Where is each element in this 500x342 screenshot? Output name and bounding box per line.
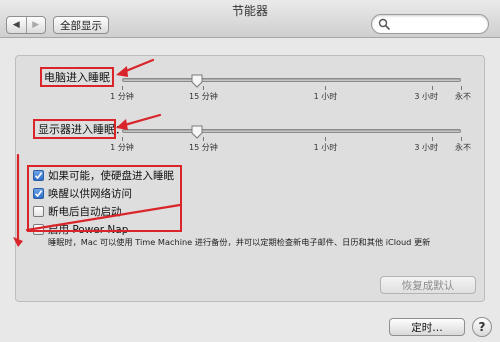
slider-tick-label: 15 分钟 [188,92,218,101]
schedule-button[interactable]: 定时… [389,318,465,336]
slider-tick-label: 3 小时 [414,143,438,152]
display-sleep-slider[interactable] [122,129,461,133]
slider-tick [432,86,434,90]
annotation-box-display-sleep [33,119,116,139]
slider-tick [203,86,205,90]
computer-sleep-slider-knob[interactable] [191,74,203,88]
title-bar: 节能器 ◀ ▶ 全部显示 [0,0,500,38]
slider-tick-label: 1 小时 [313,143,338,152]
slider-tick-label: 1 分钟 [110,92,134,101]
display-sleep-slider-knob[interactable] [191,125,203,139]
slider-tick-label: 1 小时 [313,92,338,101]
restore-defaults-button[interactable]: 恢复成默认 [380,276,476,294]
annotation-box-options [27,165,182,232]
slider-tick [461,86,462,90]
slider-tick [122,86,123,90]
slider-tick [122,137,123,141]
annotation-box-computer-sleep [40,67,114,87]
slider-tick-label: 3 小时 [414,92,438,101]
back-button[interactable]: ◀ [7,17,26,33]
energy-saver-window: 节能器 ◀ ▶ 全部显示 电脑进入睡眠： 1 分钟 15 分钟 1 小时 3 小时 永不… [0,0,500,342]
forward-arrow-icon: ▶ [32,20,40,30]
back-arrow-icon: ◀ [12,20,20,30]
show-all-button[interactable]: 全部显示 [53,16,109,34]
slider-tick-label: 永不 [455,92,471,101]
search-input[interactable] [371,14,489,34]
power-nap-note: 睡眠时，Mac 可以使用 Time Machine 进行备份，并可以定期检查新电… [48,237,431,247]
search-icon [378,18,390,30]
slider-tick [461,137,462,141]
slider-tick [325,86,327,90]
slider-tick-label: 15 分钟 [188,143,218,152]
slider-tick-label: 1 分钟 [110,143,134,152]
slider-tick-label: 永不 [455,143,471,152]
help-button[interactable]: ? [472,317,492,337]
slider-tick [325,137,327,141]
nav-button-group: ◀ ▶ [6,16,46,34]
forward-button[interactable]: ▶ [25,17,46,33]
slider-tick [432,137,434,141]
computer-sleep-slider[interactable] [122,78,461,82]
slider-tick [203,137,205,141]
